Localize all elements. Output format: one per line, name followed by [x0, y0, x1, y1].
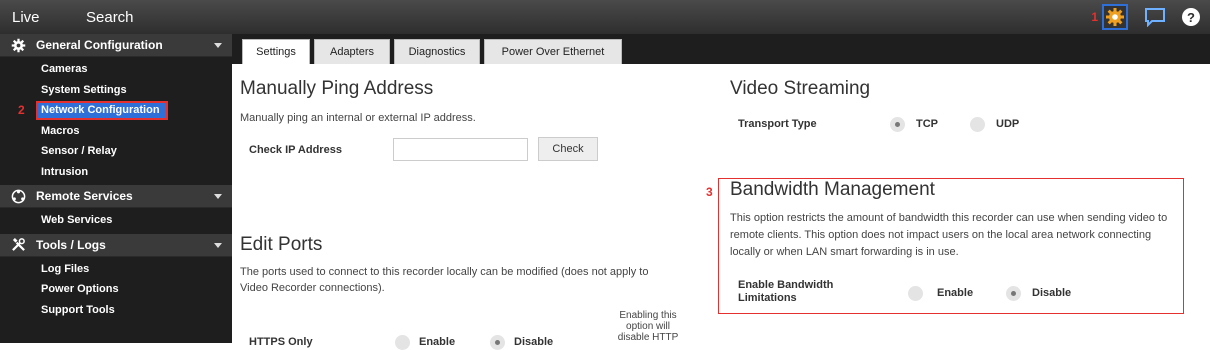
messages-button[interactable]	[1142, 4, 1168, 30]
bandwidth-description-line2: remote clients. This option does not imp…	[730, 229, 1152, 241]
sidebar: General Configuration Cameras System Set…	[0, 34, 232, 343]
gear-icon	[1106, 8, 1124, 26]
https-only-label: HTTPS Only	[249, 336, 313, 348]
sidebar-item-system-settings[interactable]: System Settings	[0, 80, 232, 101]
tools-icon	[10, 237, 26, 253]
https-note: Enabling this option will disable HTTP	[617, 310, 679, 343]
transport-udp-label: UDP	[996, 118, 1020, 130]
sidebar-item-support-tools[interactable]: Support Tools	[0, 300, 232, 321]
bandwidth-description-line3: locally or when LAN smart forwarding is …	[730, 246, 959, 258]
chevron-down-icon	[214, 43, 222, 48]
annotation-marker-1: 1	[1091, 10, 1098, 24]
ports-description-line2: Video Recorder connections).	[240, 282, 385, 294]
sidebar-item-label: Web Services	[41, 214, 113, 226]
remote-icon	[10, 188, 26, 204]
sidebar-item-web-services[interactable]: Web Services	[0, 210, 232, 231]
sidebar-item-label: Intrusion	[41, 165, 89, 178]
transport-type-label: Transport Type	[738, 118, 817, 130]
ports-description-line1: The ports used to connect to this record…	[240, 266, 649, 278]
tab-bar: Settings Adapters Diagnostics Power Over…	[232, 34, 1210, 64]
ping-description: Manually ping an internal or external IP…	[240, 112, 476, 124]
sidebar-item-label: Sensor / Relay	[41, 145, 117, 157]
help-button[interactable]: ?	[1180, 6, 1202, 28]
sidebar-section-remote-services[interactable]: Remote Services	[0, 185, 232, 208]
main-content: Manually Ping Address Manually ping an i…	[232, 64, 1210, 350]
annotation-marker-2: 2	[18, 103, 25, 117]
check-button[interactable]: Check	[538, 137, 598, 161]
sidebar-section-label: General Configuration	[36, 38, 163, 52]
sidebar-item-label: Cameras	[41, 63, 88, 75]
top-bar-icons: 1 ?	[1091, 4, 1202, 30]
sidebar-section-label: Remote Services	[36, 189, 133, 203]
bandwidth-disable-label: Disable	[1032, 287, 1072, 299]
gear-icon	[10, 37, 26, 53]
sidebar-item-intrusion[interactable]: Intrusion	[0, 162, 232, 183]
https-enable-label: Enable	[419, 336, 456, 348]
bandwidth-enable-label: Enable	[937, 287, 974, 299]
streaming-section-title: Video Streaming	[730, 78, 871, 99]
chevron-down-icon	[214, 194, 222, 199]
chevron-down-icon	[214, 242, 222, 248]
sidebar-item-label: System Settings	[41, 83, 127, 96]
sidebar-item-power-options[interactable]: Power Options	[0, 279, 232, 300]
sidebar-item-macros[interactable]: Macros	[0, 121, 232, 142]
sidebar-item-label: Power Options	[41, 283, 119, 295]
sidebar-item-cameras[interactable]: Cameras	[0, 59, 232, 80]
tab-power-over-ethernet[interactable]: Power Over Ethernet	[484, 39, 622, 64]
sidebar-item-label: Log Files	[41, 262, 90, 275]
sidebar-item-sensor-relay[interactable]: Sensor / Relay	[0, 141, 232, 162]
annotation-marker-3: 3	[706, 185, 713, 199]
bandwidth-description-line1: This option restricts the amount of band…	[730, 212, 1168, 224]
transport-udp-radio[interactable]	[970, 117, 985, 132]
help-icon: ?	[1182, 8, 1200, 26]
ping-section-title: Manually Ping Address	[240, 78, 434, 99]
nav-live[interactable]: Live	[12, 9, 40, 26]
bandwidth-enable-radio[interactable]	[908, 286, 923, 301]
top-bar: Live Search 1 ?	[0, 0, 1210, 34]
tab-settings[interactable]: Settings	[242, 39, 310, 64]
sidebar-item-network-configuration[interactable]: 2 Network Configuration	[0, 100, 232, 121]
sidebar-item-log-files[interactable]: Log Files	[0, 259, 232, 280]
tab-diagnostics[interactable]: Diagnostics	[394, 39, 480, 64]
svg-text:?: ?	[1187, 10, 1195, 25]
nav-search[interactable]: Search	[86, 9, 134, 26]
chat-icon	[1145, 8, 1165, 27]
transport-tcp-label: TCP	[916, 118, 938, 130]
bandwidth-section-title: Bandwidth Management	[730, 179, 935, 200]
sidebar-item-label: Macros	[41, 124, 80, 137]
sidebar-item-label: Network Configuration	[41, 104, 160, 116]
sidebar-section-general-configuration[interactable]: General Configuration	[0, 34, 232, 57]
check-ip-label: Check IP Address	[249, 144, 342, 156]
bandwidth-limit-label-line1: Enable Bandwidth	[738, 279, 834, 291]
transport-tcp-radio[interactable]	[890, 117, 905, 132]
bandwidth-limit-label-line2: Limitations	[738, 292, 797, 304]
https-disable-label: Disable	[514, 336, 554, 348]
check-ip-input[interactable]	[393, 138, 528, 161]
sidebar-section-label: Tools / Logs	[36, 237, 106, 252]
bandwidth-disable-radio[interactable]	[1006, 286, 1021, 301]
settings-button[interactable]	[1102, 4, 1128, 30]
ports-section-title: Edit Ports	[240, 234, 323, 255]
sidebar-section-tools-logs[interactable]: Tools / Logs	[0, 233, 232, 257]
sidebar-item-label: Support Tools	[41, 303, 115, 316]
tab-adapters[interactable]: Adapters	[314, 39, 390, 64]
